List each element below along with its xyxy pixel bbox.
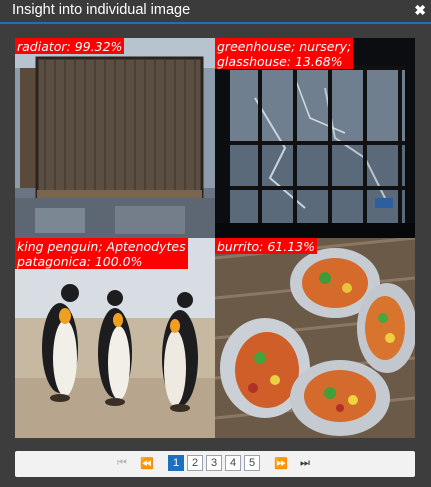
prediction-label: king penguin; Aptenodytes patagonica: 10…	[15, 238, 188, 269]
image-tile-penguin[interactable]: king penguin; Aptenodytes patagonica: 10…	[15, 238, 215, 438]
close-icon[interactable]: ✖	[414, 2, 426, 19]
dialog-title: Insight into individual image	[12, 2, 191, 18]
pagination-bar: ⏮ ⏪ 1 2 3 4 5 ⏩ ⏭	[15, 451, 415, 477]
next-page-button[interactable]: ⏩	[273, 455, 289, 471]
page-button-5[interactable]: 5	[244, 455, 260, 471]
page-button-2[interactable]: 2	[187, 455, 203, 471]
page-button-3[interactable]: 3	[206, 455, 222, 471]
image-tile-greenhouse[interactable]: greenhouse; nursery; glasshouse: 13.68%	[215, 38, 415, 238]
prediction-label: burrito: 61.13%	[215, 238, 318, 254]
page-button-1[interactable]: 1	[168, 455, 184, 471]
page-button-4[interactable]: 4	[225, 455, 241, 471]
burrito-image	[215, 238, 415, 438]
prev-page-button[interactable]: ⏪	[139, 455, 155, 471]
first-page-button[interactable]: ⏮	[114, 455, 130, 471]
image-tile-radiator[interactable]: radiator: 99.32%	[15, 38, 215, 238]
image-grid: radiator: 99.32% greenhouse; nursery; gl…	[15, 38, 415, 438]
prediction-label: radiator: 99.32%	[15, 38, 125, 54]
prediction-label: greenhouse; nursery; glasshouse: 13.68%	[215, 38, 354, 69]
image-tile-burrito[interactable]: burrito: 61.13%	[215, 238, 415, 438]
dialog-titlebar: Insight into individual image ✖	[0, 0, 431, 24]
last-page-button[interactable]: ⏭	[297, 455, 313, 471]
radiator-image	[15, 38, 215, 238]
